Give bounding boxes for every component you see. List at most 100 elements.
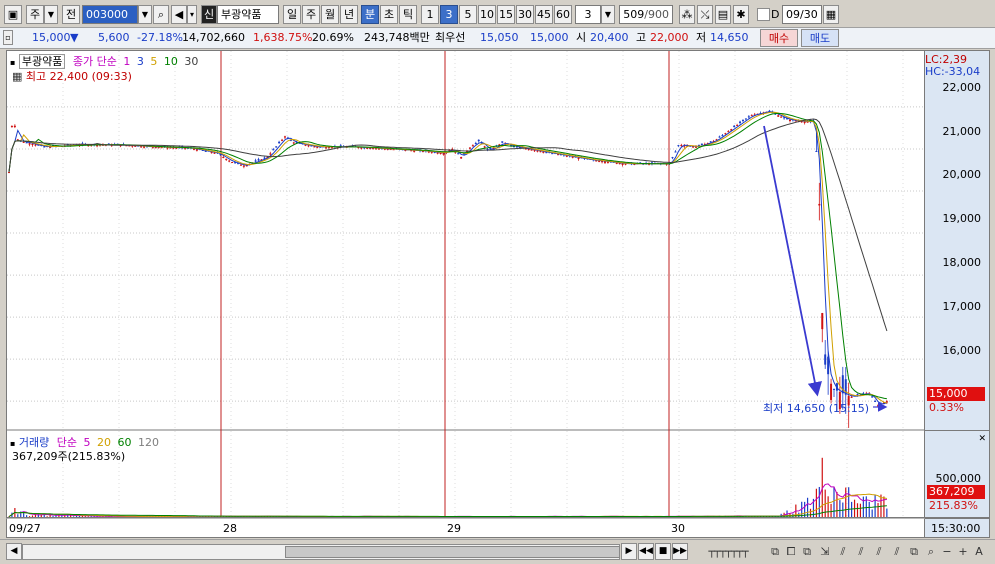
type-dropdown-icon[interactable]: ▼ [44,5,58,24]
buy-button[interactable]: 매수 [760,29,798,47]
scrollbar-thumb[interactable] [285,546,620,558]
candle-body [474,142,477,144]
y-tick-16000: 16,000 [942,344,982,357]
code-dropdown-icon[interactable]: ▼ [138,5,152,24]
volume-panel-close-icon[interactable]: ✕ [978,434,986,444]
speaker-icon[interactable]: ◀ [171,5,187,24]
scroll-left-icon[interactable]: ◀ [6,543,22,560]
tool-icon-4[interactable]: ⇲ [818,543,832,560]
zoom-out-icon[interactable]: − [940,543,954,560]
low-note: 최저 14,650 (15:15) [763,402,870,415]
indicator-icon[interactable]: ⤯ [697,5,713,24]
stop-icon[interactable]: ■ [655,543,671,560]
count-max: /900 [644,8,669,21]
period-week[interactable]: 주 [302,5,320,24]
volume-bars [8,457,888,517]
tool-icon-5[interactable]: ⫽ [836,543,850,560]
interval-1[interactable]: 1 [421,5,439,24]
save-icon[interactable]: ▤ [715,5,731,24]
horizontal-scrollbar[interactable] [22,544,620,560]
interval-dropdown-icon[interactable]: ▼ [601,5,615,24]
font-size-icon[interactable]: A [972,543,986,560]
stock-name-field[interactable]: 부광약품 [217,5,279,24]
settings-gear-icon[interactable]: ✱ [733,5,749,24]
interval-15[interactable]: 15 [497,5,515,24]
candle-body [313,146,316,148]
prev-button[interactable]: 전 [62,5,80,24]
period-day[interactable]: 일 [283,5,301,24]
window-icon[interactable]: ▣ [4,5,22,24]
candle-body [263,157,266,159]
interval-30[interactable]: 30 [516,5,534,24]
interval-60[interactable]: 60 [554,5,572,24]
candle-body [741,119,744,121]
rewind-icon[interactable]: ◀◀ [638,543,654,560]
tool-icon-2[interactable]: ⧠ [784,543,798,560]
date-checkbox[interactable] [757,8,770,21]
period-month[interactable]: 월 [321,5,339,24]
candle-body [22,141,25,143]
candle-body [750,115,753,117]
tool-icon-3[interactable]: ⧉ [800,543,814,560]
candle-body [530,149,533,151]
interval-3[interactable]: 3 [440,5,458,24]
volume-current-pct: 215.83% [929,499,978,512]
tool-icon-6[interactable]: ⫽ [854,543,868,560]
date-input[interactable]: 09/30 [782,5,822,24]
stock-code-input[interactable]: 003000 [82,5,138,24]
interval-value-input[interactable]: 3 [575,5,601,24]
ma-line-3 [8,111,888,405]
open-label: 시 [576,31,587,44]
search-icon[interactable]: ⌕ [153,5,169,24]
volume-summary: 367,209주(215.83%) [12,450,126,463]
candle-body [269,153,272,155]
panel-menu-icon[interactable]: ▪ [10,58,15,67]
tool-icon-7[interactable]: ⫽ [872,543,886,560]
candle-body [468,147,471,149]
candle-body [542,151,545,153]
interval-10[interactable]: 10 [478,5,496,24]
y-tick-21000: 21,000 [942,125,982,138]
ma-line-5 [8,111,888,404]
candle-body [821,313,824,330]
candle-body [695,146,698,148]
period-tick[interactable]: 틱 [399,5,417,24]
calendar-icon[interactable]: ▦ [823,5,839,24]
candle-body [739,121,742,124]
volume-current-tag: 367,209 [927,485,985,499]
type-selector[interactable]: 주 [26,5,44,24]
tool-icon-8[interactable]: ⫽ [890,543,904,560]
tool-icon-9[interactable]: ⧉ [907,543,921,560]
count-input[interactable]: 509/900 [619,5,673,24]
interval-45[interactable]: 45 [535,5,553,24]
tool-icon-1[interactable]: ⧉ [768,543,782,560]
volume-value: 14,702,660 [182,31,245,44]
ma-label-10: 10 [163,55,178,68]
chart-area[interactable]: ▪ 부광약품 종가 단순 1 3 5 10 30 ▦ 최고 22,400 (09… [6,50,925,518]
fast-forward-icon[interactable]: ▶▶ [672,543,688,560]
candle-body [460,157,463,159]
date-checkbox-label: D [771,8,780,21]
x-label-29: 29 [447,522,461,535]
volume-menu-icon[interactable]: ▪ [10,439,15,448]
zoom-in-icon[interactable]: + [956,543,970,560]
candle-body [818,203,821,206]
play-icon[interactable]: ▶ [621,543,637,560]
period-minute[interactable]: 분 [361,5,379,24]
period-second[interactable]: 초 [380,5,398,24]
zoom-ruler-icon[interactable]: ┬┬┬┬┬┬┬ [693,543,763,560]
down-triangle-icon: ▼ [70,31,79,44]
candle-body [877,405,880,407]
sell-button[interactable]: 매도 [801,29,839,47]
speaker-dropdown-icon[interactable]: ▾ [187,5,197,24]
price-panel-header: ▪ 부광약품 종가 단순 1 3 5 10 30 [10,53,198,69]
volume-ratio: 1,638.75% [253,31,313,44]
chart-type-icon[interactable]: ⁂ [679,5,695,24]
info-collapse-icon[interactable]: ▫ [3,30,13,45]
candle-body [257,159,260,161]
price-panel-name[interactable]: 부광약품 [18,54,66,69]
zoom-icon[interactable]: ⌕ [924,543,938,560]
count-value: 509 [623,8,645,21]
interval-5[interactable]: 5 [459,5,477,24]
period-year[interactable]: 년 [340,5,358,24]
